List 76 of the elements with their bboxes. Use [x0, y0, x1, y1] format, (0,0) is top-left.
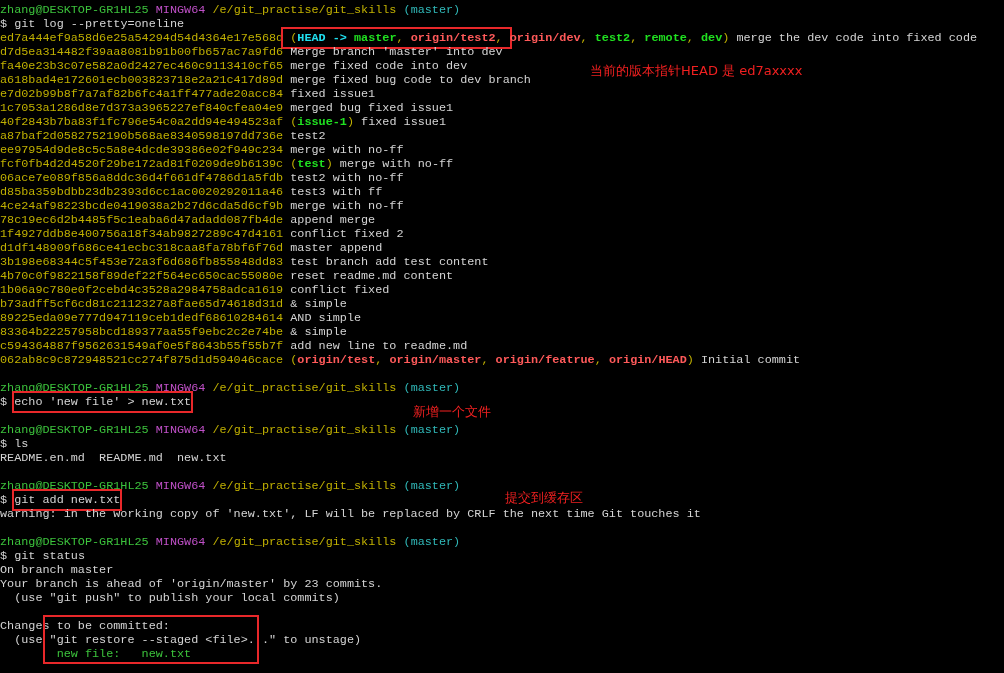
commit-hash: 4ce24af98223bcde0419038a2b27d6cda5d6cf9b	[0, 199, 284, 213]
commit-message: merge the dev code into fixed code	[735, 31, 978, 45]
commit-hash: fa40e23b3c07e582a0d2427ec460c9113410cf65	[0, 59, 284, 73]
commit-message: merge with no-ff	[289, 199, 404, 213]
commit-message: fixed issue1	[289, 87, 376, 101]
output-line: Your branch is ahead of 'origin/master' by 23 commits.	[0, 577, 383, 591]
commit-hash: a618bad4e172601ecb003823718e2a21c417d89d	[0, 73, 284, 87]
commit-message: conflict fixed 2	[289, 227, 404, 241]
command-text: git add new.txt	[14, 493, 121, 507]
annotation-text: 新增一个文件	[413, 405, 491, 419]
commit-hash: 3b198e68344c5f453e72a3f6d686fb855848dd83	[0, 255, 284, 269]
commit-message: fixed issue1	[360, 115, 447, 129]
commit-message: Initial commit	[699, 353, 801, 367]
commit-hash: 4b70c0f9822158f89def22f564ec650cac55080e	[0, 269, 284, 283]
ref-labels: (issue-1)	[289, 115, 354, 129]
annotation-text: 当前的版本指针HEAD 是 ed7axxxx	[590, 64, 803, 78]
annotation-text: 提交到缓存区	[505, 491, 583, 505]
commit-hash: 83364b22257958bcd189377aa55f9ebc2c2e74be	[0, 325, 284, 339]
prompt-line: zhang@DESKTOP-GR1HL25 MINGW64 /e/git_practise/git_skills (master)	[0, 3, 461, 17]
commit-message: append merge	[289, 213, 376, 227]
commit-message: conflict fixed	[289, 283, 390, 297]
command-text: git status	[14, 549, 85, 563]
commit-hash: ee97954d9de8c5c5a8e4dcde39386e02f949c234	[0, 143, 284, 157]
commit-message: merge with no-ff	[338, 157, 454, 171]
commit-message: merged bug fixed issue1	[289, 101, 454, 115]
prompt-symbol: $	[0, 17, 8, 31]
commit-message: merge fixed bug code to dev branch	[289, 73, 531, 87]
ref-labels: (HEAD -> master, origin/test2,	[289, 31, 504, 45]
commit-hash: d1df148909f686ce41ecbc318caa8fa78bf6f76d	[0, 241, 284, 255]
commit-message: master append	[289, 241, 383, 255]
commit-message: reset readme.md content	[289, 269, 454, 283]
command-text: git log --pretty=oneline	[14, 17, 185, 31]
commit-hash: 89225eda09e777d947119ceb1dedf68610284614	[0, 311, 284, 325]
commit-hash: fcf0fb4d2d4520f29be172ad81f0209de9b6139c	[0, 157, 284, 171]
commit-hash: 062ab8c9c872948521cc274f875d1d594046cace	[0, 353, 284, 367]
commit-message: test2	[289, 129, 326, 143]
commit-hash: ed7a444ef9a58d6e25a54294d54d4364e17e568d	[0, 31, 284, 45]
output-line: README.en.md README.md new.txt	[0, 451, 227, 465]
command-text: ls	[14, 437, 29, 451]
commit-hash: e7d02b99b8f7a7af82b6fc4a1ff477ade20acc84	[0, 87, 284, 101]
output-line: On branch master	[0, 563, 114, 577]
ref-labels: (origin/test, origin/master, origin/featrue, origin/HEAD)	[289, 353, 694, 367]
command-text: echo 'new file' > new.txt	[14, 395, 192, 409]
commit-message: & simple	[289, 297, 347, 311]
commit-hash: 1c7053a1286d8e7d373a3965227ef840cfea04e9	[0, 101, 284, 115]
commit-hash: b73adff5cf6cd81c2112327a8fae65d74618d31d	[0, 297, 284, 311]
commit-hash: 78c19ec6d2b4485f5c1eaba6d47adadd087fb4de	[0, 213, 284, 227]
prompt-line: zhang@DESKTOP-GR1HL25 MINGW64 /e/git_practise/git_skills (master)	[0, 535, 461, 549]
commit-message: AND simple	[289, 311, 362, 325]
prompt-symbol: $	[0, 493, 8, 507]
commit-hash: 06ace7e089f856a8ddc36d4f661df4786d1a5fdb	[0, 171, 284, 185]
prompt-line: zhang@DESKTOP-GR1HL25 MINGW64 /e/git_practise/git_skills (master)	[0, 381, 461, 395]
output-line: (use "git push" to publish your local commits)	[13, 591, 340, 605]
prompt-symbol: $	[0, 437, 8, 451]
commit-message: & simple	[289, 325, 347, 339]
commit-message: Merge branch 'master' into dev	[289, 45, 503, 59]
output-line: warning: in the working copy of 'new.txt', LF will be replaced by CRLF the next time Git touches it	[0, 507, 701, 521]
commit-hash: c594364887f9562631549af0e5f8643b55f55b7f	[0, 339, 284, 353]
commit-hash: d7d5ea314482f39aa8081b91b00fb657ac7a9fd6	[0, 45, 284, 59]
commit-hash: 40f2843b7ba83f1fc796e54c0a2dd94e494523af	[0, 115, 284, 129]
commit-message: test branch add test content	[289, 255, 489, 269]
commit-message: test3 with ff	[289, 185, 383, 199]
commit-message: merge fixed code into dev	[289, 59, 468, 73]
output-line: new file: new.txt	[55, 647, 192, 661]
commit-message: test2 with no-ff	[289, 171, 404, 185]
commit-hash: a87baf2d0582752190b568ae8340598197dd736e	[0, 129, 284, 143]
prompt-symbol: $	[0, 549, 8, 563]
commit-hash: 1b06a9c780e0f2cebd4c3528a2984758adca1619	[0, 283, 284, 297]
commit-message: merge with no-ff	[289, 143, 404, 157]
prompt-line: zhang@DESKTOP-GR1HL25 MINGW64 /e/git_practise/git_skills (master)	[0, 479, 461, 493]
ref-labels: (test)	[289, 157, 333, 171]
prompt-symbol: $	[0, 395, 8, 409]
commit-hash: d85ba359bdbb23db2393d6cc1ac0020292011a46	[0, 185, 284, 199]
prompt-line: zhang@DESKTOP-GR1HL25 MINGW64 /e/git_practise/git_skills (master)	[0, 423, 461, 437]
commit-message: add new line to readme.md	[289, 339, 468, 353]
commit-hash: 1f4927ddb8e400756a18f34ab9827289c47d4161	[0, 227, 284, 241]
